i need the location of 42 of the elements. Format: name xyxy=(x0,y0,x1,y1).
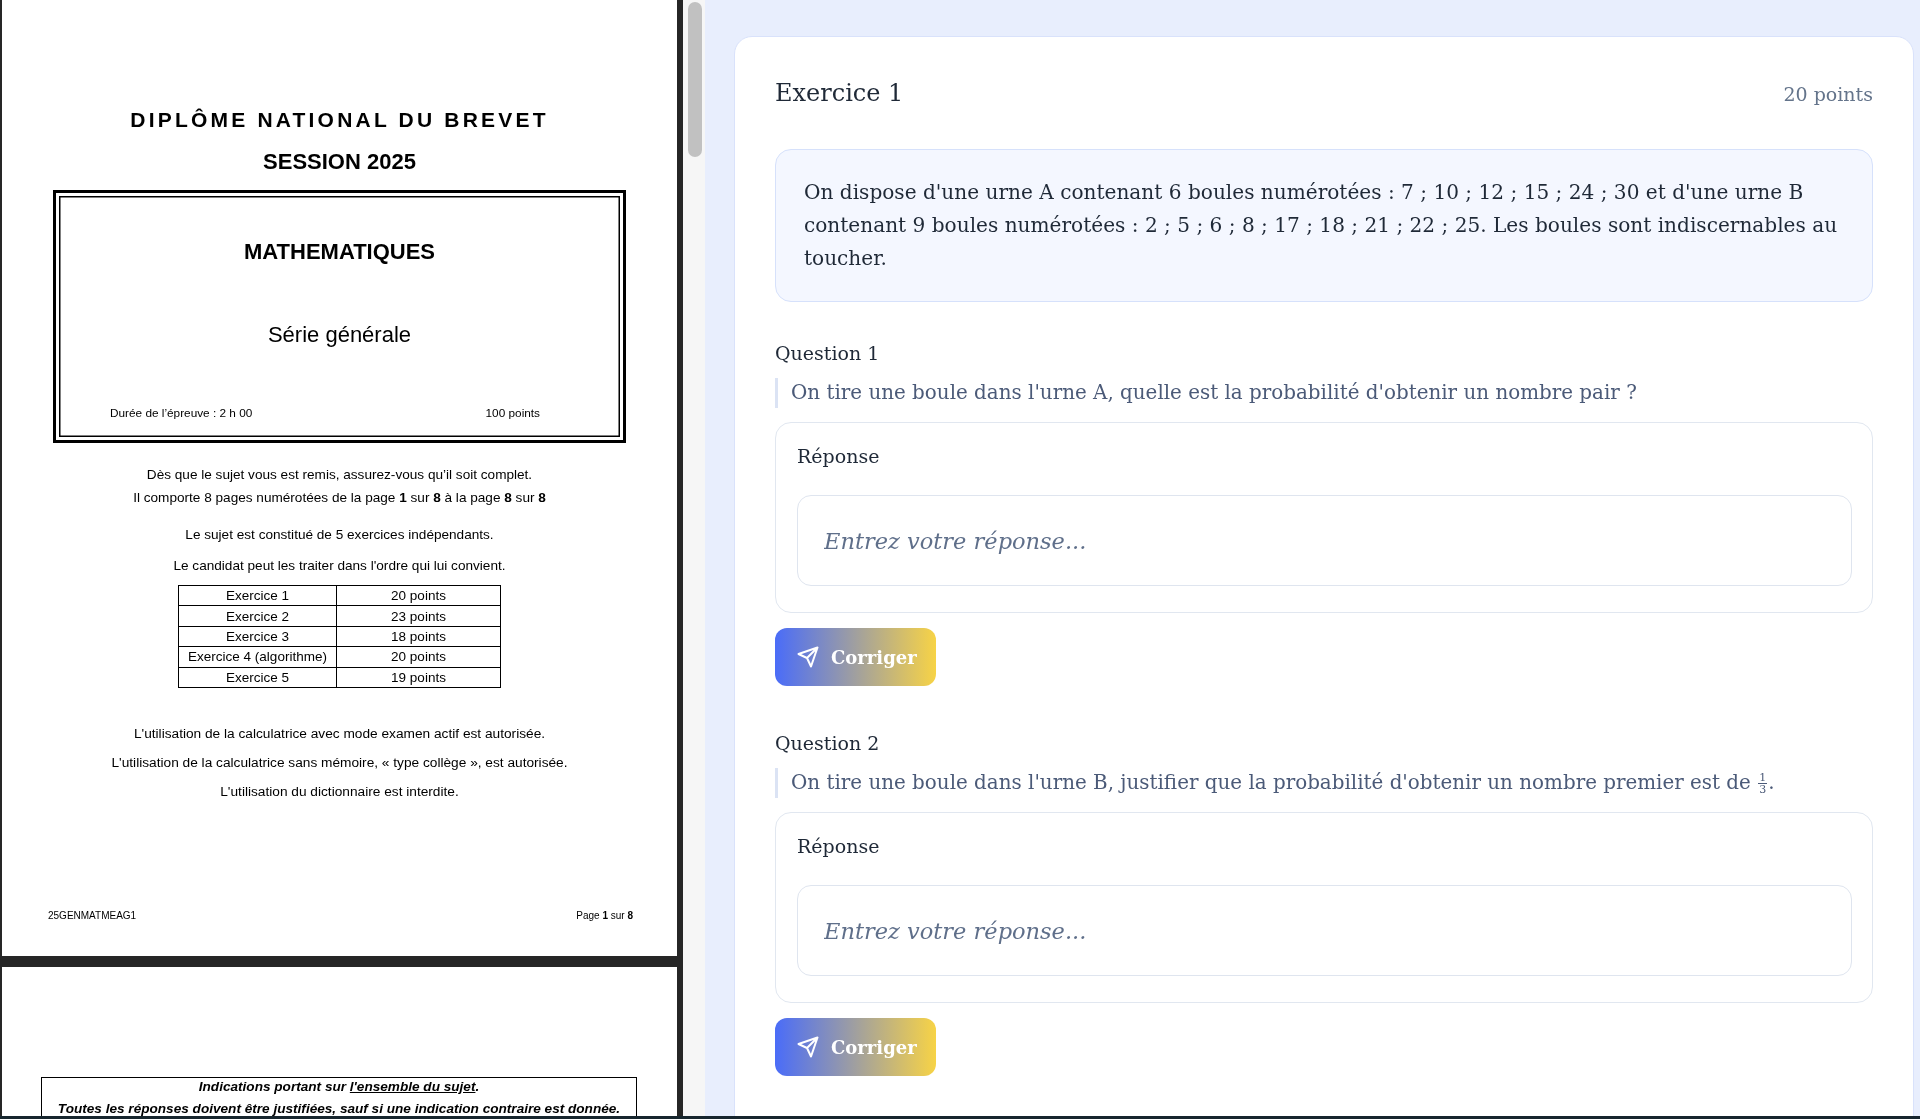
page-number: Page 1 sur 8 xyxy=(576,908,633,922)
table-cell: Exercice 4 (algorithme) xyxy=(178,646,337,668)
answer-input[interactable]: Entrez votre réponse... xyxy=(797,495,1852,586)
subject-title: MATHEMATIQUES xyxy=(243,239,436,265)
notice-text: Toutes les réponses doivent être justifiées, sauf si une indication contraire est donnée. xyxy=(57,1100,621,1116)
table-cell: Exercice 5 xyxy=(178,667,337,688)
instruction-text: Le sujet est constitué de 5 exercices indépendants. xyxy=(185,526,494,544)
table-cell: 18 points xyxy=(336,626,501,647)
send-icon xyxy=(797,1036,819,1058)
notice-heading: Indications portant sur l'ensemble du sujet. xyxy=(198,1078,480,1096)
rule-text: L'utilisation de la calculatrice sans mémoire, « type collège », est autorisée. xyxy=(111,753,568,772)
points-text: 100 points xyxy=(485,406,540,420)
session-title: SESSION 2025 xyxy=(263,149,416,175)
instruction-text: Dès que le sujet vous est remis, assurez-vous qu’il soit complet. xyxy=(146,466,533,484)
duration-text: Durée de l’épreuve : 2 h 00 xyxy=(110,406,253,420)
table-cell: Exercice 3 xyxy=(178,626,337,647)
exercise-title: Exercice 1 xyxy=(775,78,904,109)
statement-text: On dispose d'une urne A contenant 6 boules numérotées : 7 ; 10 ; 12 ; 15 ; 24 ; 30 et d'une urne B contenant 9 boules numérotées : 2 ; 5 ; 6 ; 8 ; 17 ; 18 ; 21 ; 22 ; 25. Les boules sont indiscernables au toucher. xyxy=(804,179,1839,272)
table-cell: 20 points xyxy=(336,585,501,606)
rule-text: L'utilisation de la calculatrice avec mode examen actif est autorisée. xyxy=(133,724,546,743)
exam-title: DIPLÔME NATIONAL DU BREVET xyxy=(130,107,549,133)
question-label: Question 2 xyxy=(775,731,880,756)
table-cell: 19 points xyxy=(336,667,501,688)
answer-label: Réponse xyxy=(797,444,880,469)
table-cell: Exercice 2 xyxy=(178,605,337,627)
answer-input[interactable]: Entrez votre réponse... xyxy=(797,885,1852,976)
series-label: Série générale xyxy=(267,322,412,348)
scrollbar-thumb[interactable] xyxy=(688,2,702,157)
question-label: Question 1 xyxy=(775,341,880,366)
table-cell: 23 points xyxy=(336,605,501,627)
question-text: On tire une boule dans l'urne A, quelle est la probabilité d'obtenir un nombre pair ? xyxy=(775,378,1637,408)
instruction-text: Il comporte 8 pages numérotées de la page 1 sur 8 à la page 8 sur 8 xyxy=(133,489,546,507)
rule-text: L'utilisation du dictionnaire est interdite. xyxy=(220,782,459,801)
document-code: 25GENMATMEAG1 xyxy=(48,908,137,922)
instruction-text: Le candidat peut les traiter dans l'ordre qui lui convient. xyxy=(173,557,506,575)
points-label: 20 points xyxy=(1783,82,1873,107)
table-cell: 20 points xyxy=(336,646,501,668)
answer-label: Réponse xyxy=(797,834,880,859)
table-cell: Exercice 1 xyxy=(178,585,337,606)
submit-button[interactable]: Corriger xyxy=(775,1018,936,1076)
send-icon xyxy=(797,646,819,668)
submit-button[interactable]: Corriger xyxy=(775,628,936,686)
